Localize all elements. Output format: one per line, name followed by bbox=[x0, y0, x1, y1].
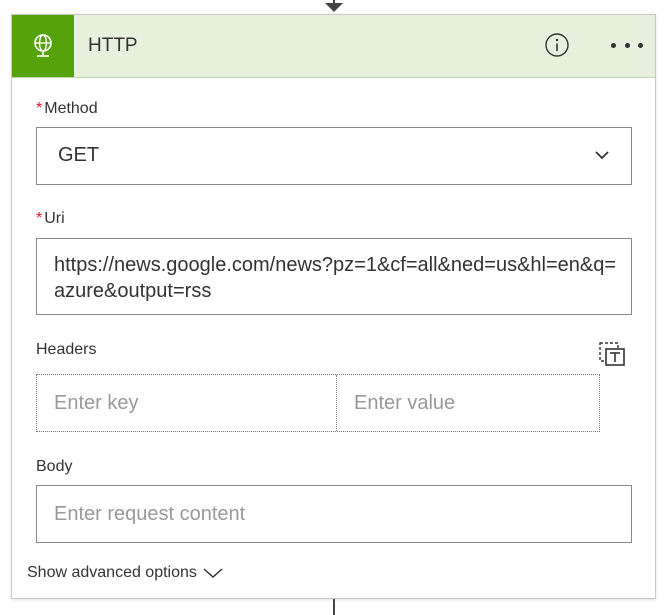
method-selected-value: GET bbox=[58, 144, 100, 166]
text-mode-icon[interactable] bbox=[598, 341, 626, 367]
flow-arrow-icon bbox=[325, 3, 343, 12]
card-header[interactable]: HTTP bbox=[12, 15, 655, 78]
advanced-options-label: Show advanced options bbox=[27, 564, 197, 581]
body-label: Body bbox=[36, 458, 73, 475]
globe-icon bbox=[34, 34, 52, 57]
headers-label: Headers bbox=[36, 341, 97, 358]
ellipsis-dot bbox=[624, 42, 630, 48]
method-label: * Method bbox=[36, 100, 98, 118]
uri-value: https://news.google.com/news?pz=1&cf=all… bbox=[54, 254, 617, 302]
ellipsis-dot bbox=[611, 42, 616, 48]
header-value-input[interactable] bbox=[337, 375, 636, 431]
card-title: HTTP bbox=[88, 35, 138, 56]
info-icon bbox=[545, 33, 569, 57]
info-button[interactable] bbox=[545, 33, 569, 57]
more-options-button[interactable] bbox=[609, 33, 645, 57]
show-advanced-options-toggle[interactable]: Show advanced options bbox=[27, 564, 223, 582]
method-label-text: Method bbox=[44, 100, 98, 117]
headers-table bbox=[36, 374, 636, 432]
method-dropdown[interactable]: GET bbox=[36, 127, 632, 185]
header-key-input[interactable] bbox=[37, 375, 336, 431]
action-icon-box bbox=[12, 15, 74, 77]
uri-label: * Uri bbox=[36, 210, 65, 228]
chevron-down-icon bbox=[203, 568, 223, 579]
connector-line-bottom bbox=[333, 599, 335, 615]
required-marker: * bbox=[36, 100, 43, 117]
ellipsis-dot bbox=[638, 42, 643, 48]
uri-label-text: Uri bbox=[44, 210, 65, 227]
uri-input[interactable]: https://news.google.com/news?pz=1&cf=all… bbox=[36, 238, 632, 315]
chevron-down-icon bbox=[595, 151, 609, 160]
body-input[interactable] bbox=[37, 486, 631, 542]
body-field bbox=[36, 485, 632, 543]
required-marker: * bbox=[36, 210, 43, 227]
http-action-card: HTTP * Method GET * Uri https://news.googl… bbox=[11, 14, 656, 599]
